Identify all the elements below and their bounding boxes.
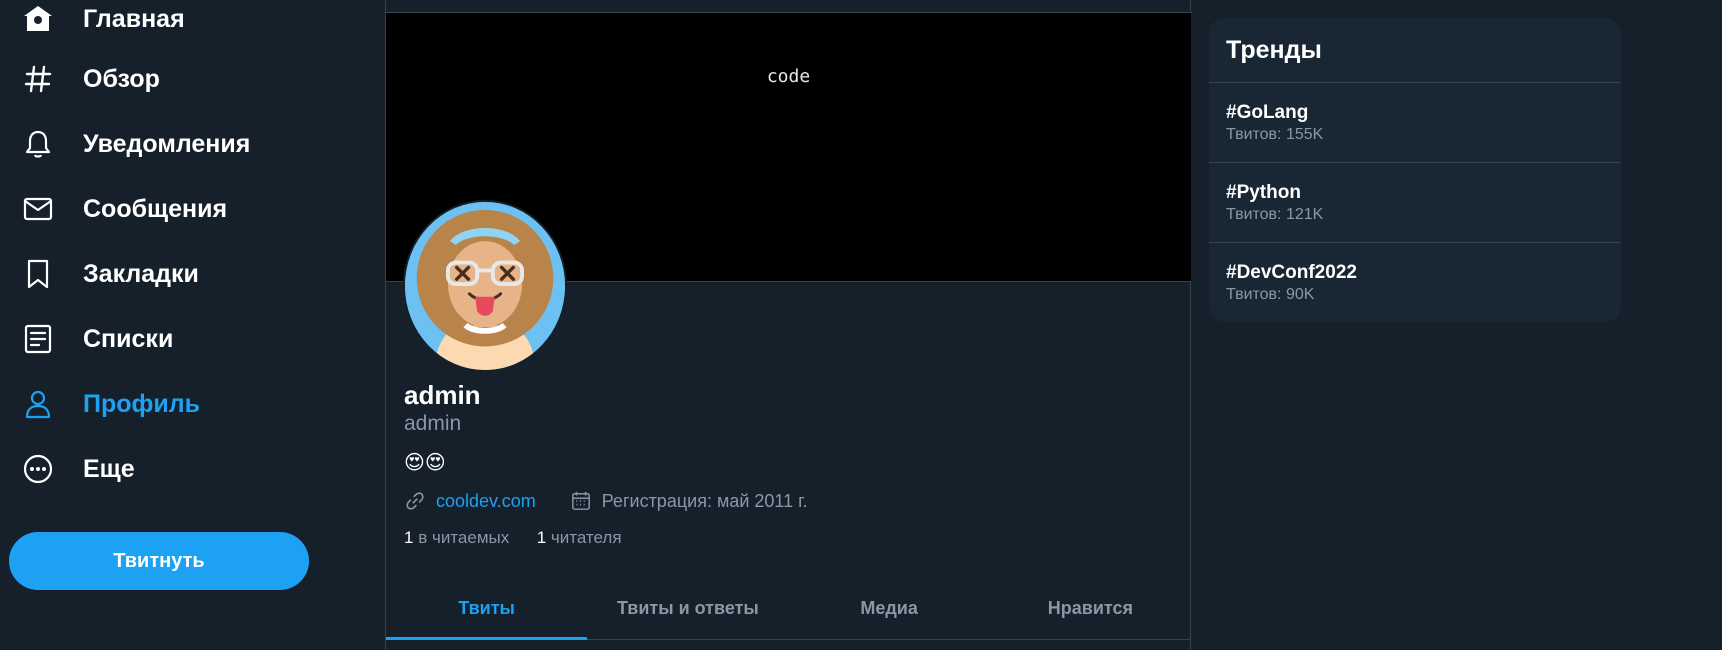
mail-icon: [20, 191, 56, 227]
trend-count: Твитов: 155K: [1226, 126, 1324, 143]
app: Главная Обзор Уведомления Сообщения Закл: [0, 0, 1722, 650]
profile-tabs: Твиты Твиты и ответы Медиа Нравится: [386, 577, 1191, 640]
follow-stats: 1 в читаемых 1 читателя: [404, 528, 622, 548]
sidebar-item-more[interactable]: Еще: [20, 444, 135, 494]
sidebar-item-explore[interactable]: Обзор: [20, 54, 160, 104]
list-icon: [20, 321, 56, 357]
sidebar-item-lists[interactable]: Списки: [20, 314, 173, 364]
sidebar-item-label: Сообщения: [83, 194, 228, 223]
link-icon: [404, 490, 426, 512]
sidebar-item-label: Главная: [83, 4, 185, 33]
trend-item[interactable]: #DevConf2022 Твитов: 90K: [1209, 243, 1621, 322]
sidebar-item-bookmarks[interactable]: Закладки: [20, 249, 199, 299]
following-label[interactable]: в читаемых: [418, 528, 509, 547]
profile-bio: 😍😍: [404, 452, 446, 474]
sidebar-item-messages[interactable]: Сообщения: [20, 184, 227, 234]
home-icon: [20, 1, 56, 37]
sidebar-item-label: Обзор: [83, 64, 160, 93]
profile-handle: admin: [404, 412, 462, 435]
banner-text: code: [766, 66, 811, 87]
sidebar-item-label: Закладки: [83, 259, 199, 288]
following-count[interactable]: 1: [404, 528, 413, 547]
sidebar-item-label: Уведомления: [83, 129, 251, 158]
tab-tweets[interactable]: Твиты: [386, 577, 588, 640]
bell-icon: [20, 126, 56, 162]
trend-item[interactable]: #Python Твитов: 121K: [1209, 163, 1621, 243]
trend-tag: #Python: [1226, 182, 1301, 203]
trend-tag: #DevConf2022: [1226, 262, 1357, 283]
tab-tweets-and-replies[interactable]: Твиты и ответы: [587, 577, 788, 639]
sidebar: Главная Обзор Уведомления Сообщения Закл: [0, 0, 350, 650]
profile-meta: cooldev.com Регистрация: май 2011 г.: [404, 488, 807, 514]
trend-tag: #GoLang: [1226, 102, 1309, 123]
sidebar-item-home[interactable]: Главная: [20, 0, 185, 44]
tab-media[interactable]: Медиа: [789, 577, 990, 639]
profile-column: code admin admin 😍😍 cooldev.com Регистра…: [385, 0, 1192, 650]
avatar[interactable]: [403, 200, 567, 372]
bookmark-icon: [20, 256, 56, 292]
profile-name: admin: [404, 380, 481, 410]
sidebar-item-label: Списки: [83, 324, 174, 353]
calendar-icon: [570, 490, 592, 512]
followers-label[interactable]: читателя: [551, 528, 622, 547]
sidebar-item-notifications[interactable]: Уведомления: [20, 119, 250, 169]
trends-panel: Тренды #GoLang Твитов: 155K #Python Твит…: [1209, 18, 1621, 322]
tab-likes[interactable]: Нравится: [990, 577, 1191, 639]
trends-title: Тренды: [1209, 18, 1621, 83]
followers-count[interactable]: 1: [537, 528, 546, 547]
more-icon: [20, 451, 56, 487]
trend-item[interactable]: #GoLang Твитов: 155K: [1209, 83, 1621, 163]
sidebar-item-profile[interactable]: Профиль: [20, 379, 200, 429]
user-icon: [20, 386, 56, 422]
sidebar-item-label: Еще: [83, 454, 135, 483]
website-link[interactable]: cooldev.com: [436, 491, 536, 512]
trend-count: Твитов: 121K: [1226, 206, 1324, 223]
hashtag-icon: [20, 61, 56, 97]
trend-count: Твитов: 90K: [1226, 286, 1315, 303]
join-date: Регистрация: май 2011 г.: [601, 490, 808, 511]
sidebar-item-label: Профиль: [83, 389, 201, 418]
tweet-button[interactable]: Твитнуть: [9, 532, 309, 590]
